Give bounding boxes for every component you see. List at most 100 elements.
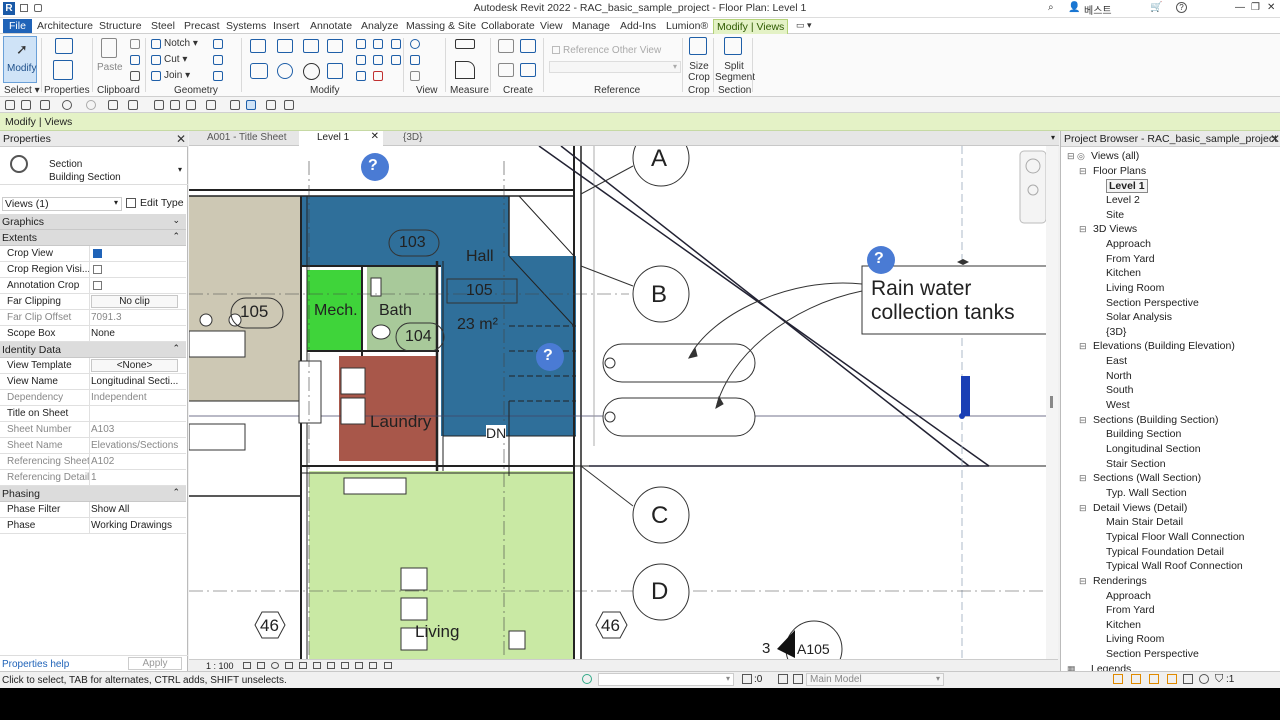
browser-view-item[interactable]: North	[1106, 370, 1132, 382]
room-label-hall[interactable]: Hall	[466, 248, 494, 266]
geometry-tool-icon[interactable]	[213, 39, 223, 49]
measure-icon[interactable]	[455, 39, 475, 49]
edit-type-button[interactable]: Edit Type	[124, 196, 184, 212]
paint-icon[interactable]	[213, 71, 223, 81]
design-options-icon[interactable]	[778, 674, 788, 684]
room-label-bath[interactable]: Bath	[379, 302, 412, 320]
ribbon-minimize-icon[interactable]: ▭ ▾	[793, 19, 815, 32]
close-hidden-icon[interactable]	[266, 100, 276, 110]
user-name[interactable]: 베스트	[1084, 2, 1112, 17]
prop-view-name[interactable]: View Name Longitudinal Secti...	[0, 374, 186, 390]
drawing-canvas[interactable]: ? ? ? 103 105 104 Hall 105 23 m² Mech. B…	[189, 146, 1058, 659]
notch-icon[interactable]	[151, 39, 161, 49]
section-graphics[interactable]: Graphics ⌄	[0, 214, 186, 230]
browser-view-item[interactable]: Level 2	[1106, 194, 1140, 206]
reference-other-view-checkbox[interactable]	[552, 46, 560, 54]
rotate-icon[interactable]	[303, 63, 320, 80]
tab-lumion[interactable]: Lumion®	[663, 19, 711, 33]
grid-label-d[interactable]: D	[651, 578, 668, 606]
browser-category[interactable]: Detail Views (Detail)	[1093, 502, 1187, 514]
unlock-3d-icon[interactable]	[327, 662, 335, 669]
sun-path-icon[interactable]	[271, 662, 279, 669]
offset-icon[interactable]	[277, 39, 293, 53]
browser-view-item[interactable]: Building Section	[1106, 428, 1181, 440]
collapse-toggle-icon[interactable]: ⊟	[1079, 341, 1087, 352]
prop-crop-view[interactable]: Crop View	[0, 246, 186, 262]
notch-label[interactable]: Notch ▾	[164, 38, 198, 49]
help-marker-3-icon[interactable]: ?	[874, 250, 884, 268]
apply-button[interactable]: Apply	[128, 657, 182, 670]
cart-icon[interactable]: 🛒	[1150, 2, 1162, 13]
browser-view-item[interactable]: South	[1106, 384, 1133, 396]
switch-windows-icon[interactable]	[284, 100, 294, 110]
close-window-icon[interactable]: ✕	[1267, 2, 1275, 13]
text-qat-icon[interactable]	[186, 100, 196, 110]
paste-icon[interactable]	[101, 38, 117, 58]
geometry-tool2-icon[interactable]	[213, 55, 223, 65]
select-pinned-icon[interactable]	[1149, 674, 1159, 684]
browser-view-item[interactable]: Section Perspective	[1106, 297, 1199, 309]
split-gap-icon[interactable]	[391, 55, 401, 65]
help-icon[interactable]: ?	[1176, 2, 1187, 13]
workset-select[interactable]: ▾	[598, 673, 734, 686]
browser-view-item[interactable]: Stair Section	[1106, 458, 1166, 470]
show-crop-icon[interactable]	[313, 662, 321, 669]
user-icon[interactable]: 👤	[1068, 2, 1080, 13]
size-crop-icon[interactable]	[689, 37, 707, 55]
browser-view-item[interactable]: Section Perspective	[1106, 648, 1199, 660]
browser-view-item[interactable]: Living Room	[1106, 633, 1164, 645]
redo-icon[interactable]	[86, 100, 96, 110]
browser-view-item[interactable]: Main Stair Detail	[1106, 516, 1183, 528]
select-underlay-icon[interactable]	[1131, 674, 1141, 684]
prop-view-template[interactable]: View Template <None>	[0, 358, 186, 374]
tab-manage[interactable]: Manage	[569, 19, 613, 33]
constraints-icon[interactable]	[384, 662, 392, 669]
browser-view-item[interactable]: Site	[1106, 209, 1124, 221]
tab-level-1[interactable]: Level 1 ✕	[299, 131, 383, 146]
room-label-mech[interactable]: Mech.	[314, 302, 358, 320]
browser-view-item[interactable]: East	[1106, 355, 1127, 367]
split-segment-icon[interactable]	[724, 37, 742, 55]
filter-icon[interactable]: ⛉	[1215, 673, 1223, 686]
tab-steel[interactable]: Steel	[148, 19, 178, 33]
room-label-laundry[interactable]: Laundry	[370, 412, 431, 432]
search-icon[interactable]: ⌕	[1048, 2, 1054, 13]
browser-category[interactable]: Sections (Building Section)	[1093, 414, 1218, 426]
browser-view-item[interactable]: Typical Foundation Detail	[1106, 546, 1224, 558]
collapse-toggle-icon[interactable]: ⊟	[1079, 415, 1087, 426]
section-extents[interactable]: Extents ⌃	[0, 230, 186, 246]
undo-icon[interactable]	[62, 100, 72, 110]
tab-view[interactable]: View	[537, 19, 566, 33]
prop-phase[interactable]: Phase Working Drawings	[0, 518, 186, 534]
open-icon[interactable]	[5, 100, 15, 110]
browser-view-item[interactable]: Typ. Wall Section	[1106, 487, 1187, 499]
split-segment-label[interactable]: Split Segment	[715, 61, 755, 83]
modify-button[interactable]: ➚ Modify	[3, 36, 37, 83]
dimension-icon[interactable]	[455, 61, 475, 79]
level-tag-right[interactable]: 46	[601, 616, 620, 636]
section-qat-icon[interactable]	[230, 100, 240, 110]
scale-selector[interactable]: 1 : 100	[206, 661, 234, 671]
collapse-toggle-icon[interactable]: ⊟	[1079, 166, 1087, 177]
tab-file[interactable]: File	[3, 19, 32, 33]
select-by-face-icon[interactable]	[1167, 674, 1177, 684]
instance-filter-select[interactable]: Views (1) ▾	[2, 197, 122, 211]
grid-label-c[interactable]: C	[651, 502, 668, 530]
editing-requests-icon[interactable]	[742, 674, 752, 684]
drag-elements-icon[interactable]	[1183, 674, 1193, 684]
scrollbar-thumb[interactable]	[1050, 396, 1053, 408]
browser-view-item[interactable]: Solar Analysis	[1106, 311, 1172, 323]
tabs-menu-icon[interactable]: ▾	[1051, 133, 1055, 142]
collapse-toggle-icon[interactable]: ⊟	[1079, 576, 1087, 587]
browser-category[interactable]: 3D Views	[1093, 223, 1137, 235]
tag-qat-icon[interactable]	[170, 100, 180, 110]
close-tab-icon[interactable]: ✕	[371, 131, 379, 142]
cut-label[interactable]: Cut ▾	[164, 54, 187, 65]
prop-annotation-crop[interactable]: Annotation Crop	[0, 278, 186, 294]
background-process-icon[interactable]	[1199, 674, 1209, 684]
tab-systems[interactable]: Systems	[223, 19, 269, 33]
browser-category[interactable]: Views (all)	[1091, 150, 1139, 162]
create-group-icon[interactable]	[498, 39, 514, 53]
design-option-select[interactable]: Main Model ▾	[806, 673, 944, 686]
help-marker-2-icon[interactable]: ?	[543, 347, 553, 365]
